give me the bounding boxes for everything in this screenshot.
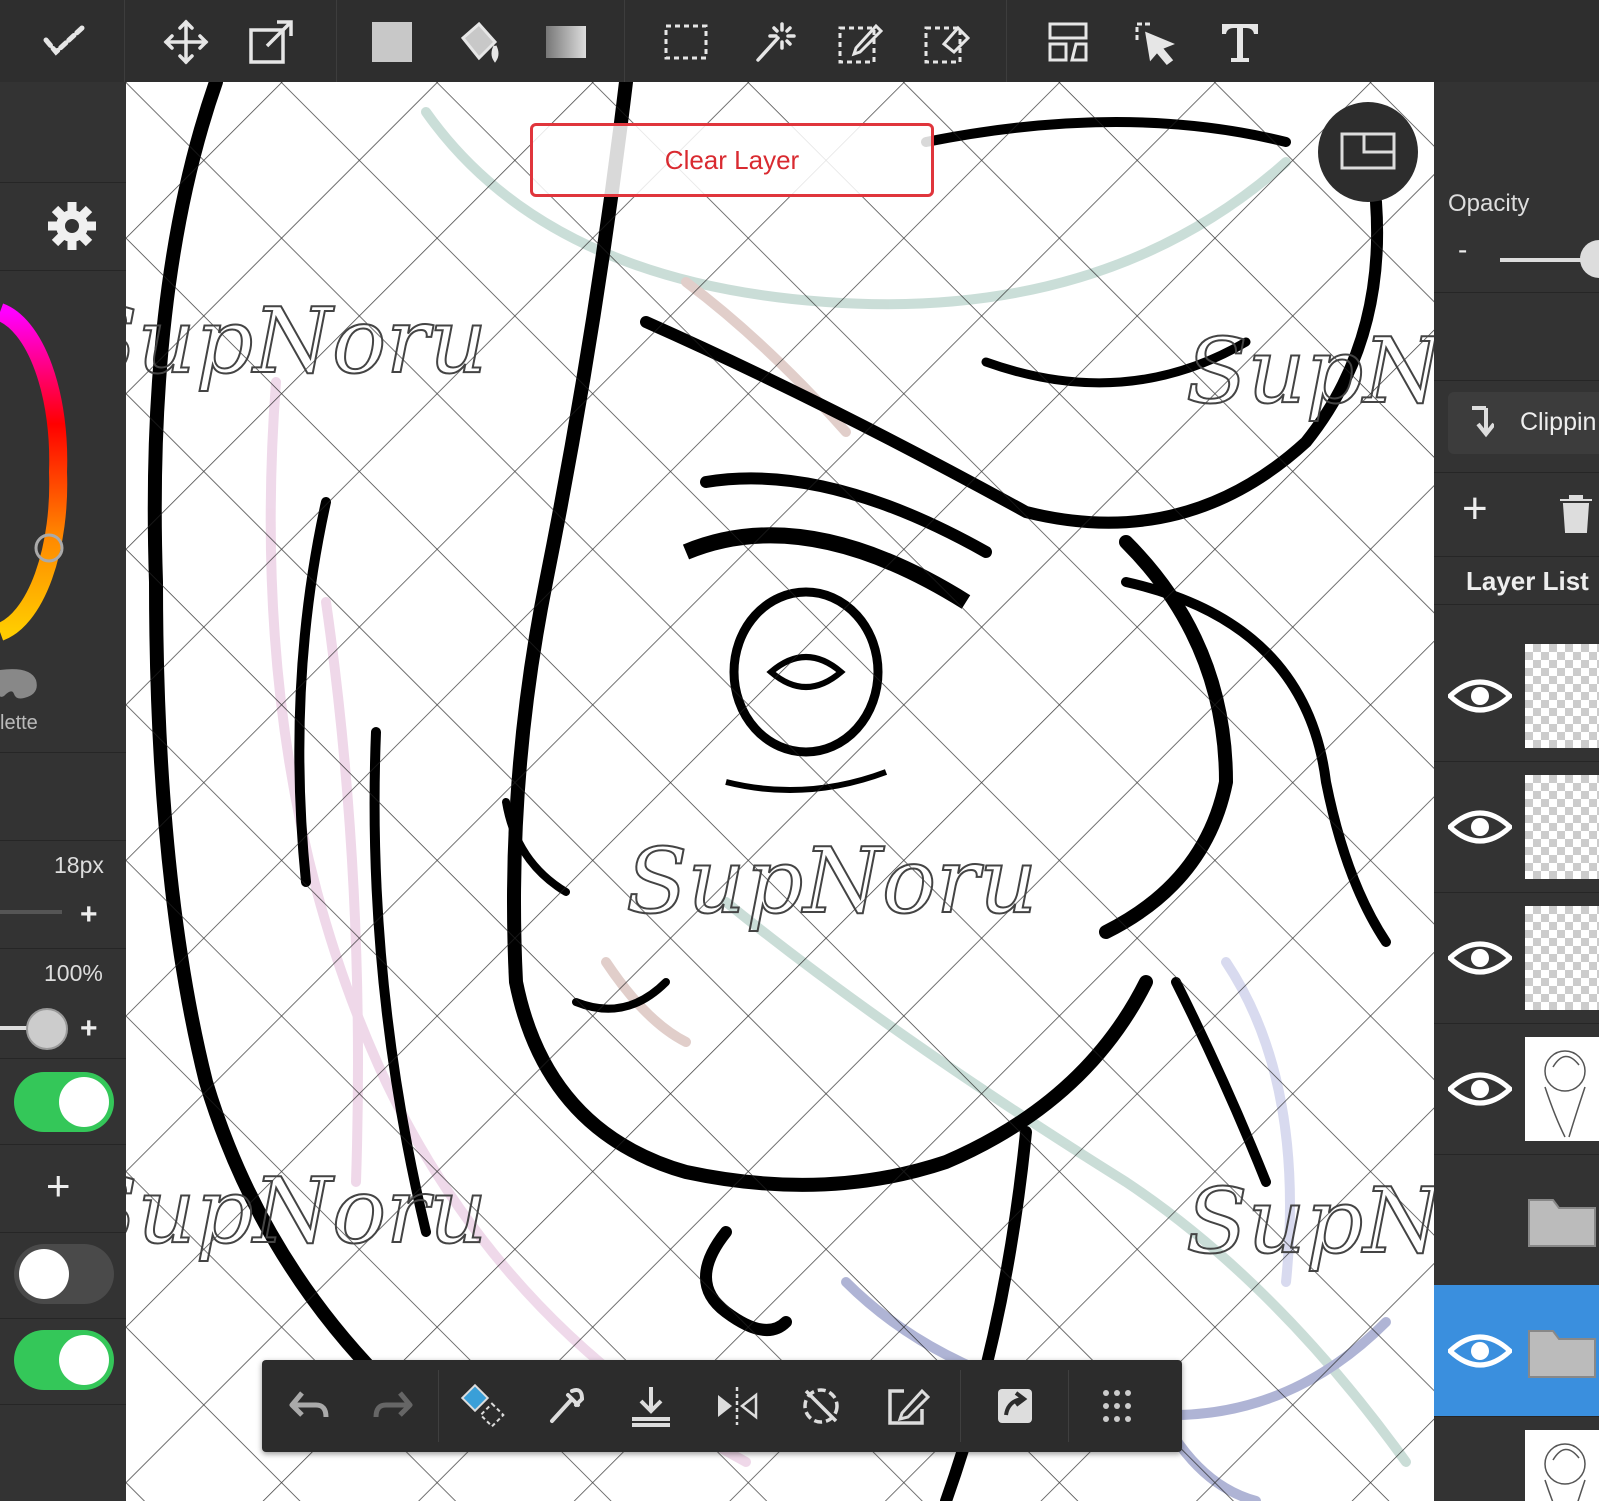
eye-icon[interactable] xyxy=(1446,676,1514,716)
eye-icon[interactable] xyxy=(1446,807,1514,847)
add-icon[interactable]: + xyxy=(46,1162,71,1210)
move-arrows-icon[interactable] xyxy=(152,8,220,76)
redo-icon[interactable] xyxy=(358,1372,428,1440)
palette-row[interactable]: lette xyxy=(0,652,126,753)
drawing-canvas[interactable]: SupNoru SupNoru SupNoru SupNoru SupNoru … xyxy=(126,82,1434,1501)
clipping-row: Clippin xyxy=(1434,380,1599,473)
gradient-square-icon[interactable] xyxy=(532,8,600,76)
toggle-row-2 xyxy=(0,1232,126,1319)
layer-row[interactable] xyxy=(1434,1023,1599,1155)
opacity-label: Opacity xyxy=(1448,190,1530,217)
add-row: + xyxy=(0,1144,126,1233)
brush-size-slider[interactable] xyxy=(0,910,62,914)
eye-icon[interactable] xyxy=(1446,1331,1514,1371)
marquee-select-icon[interactable] xyxy=(652,8,720,76)
blend-section xyxy=(1434,292,1599,381)
filled-square-icon[interactable] xyxy=(358,8,426,76)
slider-thumb[interactable] xyxy=(26,1008,68,1050)
eye-icon[interactable] xyxy=(1446,938,1514,978)
svg-text:SupNoru: SupNoru xyxy=(1186,319,1434,424)
opacity-section: Opacity - xyxy=(1434,82,1599,293)
select-pen-icon[interactable] xyxy=(826,8,894,76)
layer-thumbnail xyxy=(1525,775,1599,879)
top-toolbar xyxy=(0,0,1599,83)
opacity-slider[interactable] xyxy=(1500,258,1590,262)
rotate-disable-icon[interactable] xyxy=(786,1372,856,1440)
layer-row[interactable] xyxy=(1434,761,1599,893)
svg-text:SupNoru: SupNoru xyxy=(1186,1169,1434,1274)
trash-icon[interactable] xyxy=(1558,494,1594,534)
layer-actions-row: + xyxy=(1434,472,1599,557)
layer-row[interactable] xyxy=(1434,1285,1599,1417)
left-panel: lette 18px + 100% + + xyxy=(0,82,126,1501)
folder-icon xyxy=(1525,1168,1599,1272)
transform-icon[interactable] xyxy=(237,8,305,76)
clear-layer-label: Clear Layer xyxy=(664,144,800,175)
opacity-row: 100% + xyxy=(0,948,126,1059)
left-panel-header xyxy=(0,82,126,183)
plus-icon[interactable]: + xyxy=(80,1012,98,1046)
layer-thumbnail xyxy=(1525,906,1599,1010)
layer-thumbnail xyxy=(1525,1430,1599,1501)
undo-icon[interactable] xyxy=(274,1372,344,1440)
layer-thumbnail xyxy=(1525,1037,1599,1141)
layer-row[interactable] xyxy=(1434,892,1599,1024)
plus-icon[interactable]: + xyxy=(80,898,98,932)
toggle-switch-3[interactable] xyxy=(14,1330,114,1390)
gear-icon[interactable] xyxy=(44,198,100,254)
magic-wand-icon[interactable] xyxy=(740,8,808,76)
toggle-row-3 xyxy=(0,1318,126,1405)
frame-divider-icon[interactable] xyxy=(1034,8,1102,76)
clipping-button[interactable]: Clippin xyxy=(1448,392,1599,454)
fullscreen-icon xyxy=(1338,126,1398,179)
clear-layer-button[interactable]: Clear Layer xyxy=(530,123,934,197)
layer-list-title: Layer List xyxy=(1466,566,1589,596)
layer-row[interactable] xyxy=(1434,1154,1599,1286)
right-panel: Opacity - Clippin + Layer List xyxy=(1434,82,1599,1501)
opacity-slider-thumb[interactable] xyxy=(1580,240,1599,278)
svg-text:SupNoru: SupNoru xyxy=(126,289,487,394)
brush-size-value: 18px xyxy=(54,852,104,878)
layer-thumbnail xyxy=(1525,644,1599,748)
select-eraser-icon[interactable] xyxy=(912,8,980,76)
bottom-tool-strip xyxy=(262,1360,1182,1452)
palette-label: lette xyxy=(0,712,38,734)
cursor-select-icon[interactable] xyxy=(1121,8,1189,76)
layer-row[interactable] xyxy=(1434,630,1599,762)
svg-text:SupNoru: SupNoru xyxy=(126,1159,487,1264)
folder-icon xyxy=(1525,1299,1599,1403)
toggle-switch-2[interactable] xyxy=(14,1244,114,1304)
palette-icon xyxy=(0,666,40,706)
paint-bucket-icon[interactable] xyxy=(445,8,513,76)
grid-dots-icon[interactable] xyxy=(1082,1372,1152,1440)
color-swap-icon[interactable] xyxy=(448,1372,518,1440)
blank-row xyxy=(0,752,126,841)
eye-icon[interactable] xyxy=(1446,1069,1514,1109)
edit-square-icon[interactable] xyxy=(872,1372,942,1440)
settings-row xyxy=(0,182,126,271)
flip-horizontal-icon[interactable] xyxy=(702,1372,772,1440)
clipping-label: Clippin xyxy=(1520,408,1597,436)
brush-check-icon[interactable] xyxy=(30,8,98,76)
fullscreen-button[interactable] xyxy=(1318,102,1418,202)
clipping-arrow-icon xyxy=(1464,406,1496,440)
add-layer-icon[interactable]: + xyxy=(1462,484,1488,534)
artwork: SupNoru SupNoru SupNoru SupNoru SupNoru xyxy=(126,82,1434,1501)
layer-row[interactable] xyxy=(1434,1416,1599,1501)
toggle-row-1 xyxy=(0,1058,126,1145)
layer-list xyxy=(1434,630,1599,1501)
toggle-switch-1[interactable] xyxy=(14,1072,114,1132)
svg-text:SupNoru: SupNoru xyxy=(626,829,1037,934)
brush-opacity-value: 100% xyxy=(44,960,103,986)
download-icon[interactable] xyxy=(616,1372,686,1440)
text-icon[interactable] xyxy=(1206,8,1274,76)
color-wheel[interactable] xyxy=(0,272,126,652)
share-icon[interactable] xyxy=(980,1372,1050,1440)
opacity-minus[interactable]: - xyxy=(1458,234,1467,266)
brush-size-row: 18px + xyxy=(0,840,126,949)
eyedropper-icon[interactable] xyxy=(530,1372,600,1440)
